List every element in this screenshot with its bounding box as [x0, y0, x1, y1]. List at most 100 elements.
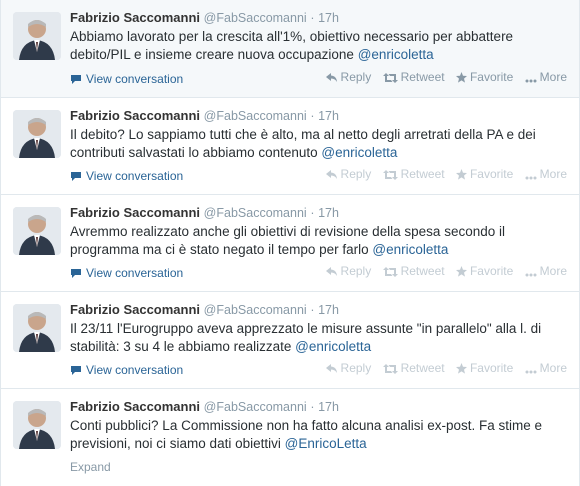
reply-arrow-icon — [325, 73, 337, 82]
tweet-body: Abbiamo lavorato per la crescita all'1%,… — [70, 29, 514, 62]
more-button[interactable]: More — [525, 361, 567, 375]
reply-label: Reply — [340, 70, 372, 84]
reply-label: Reply — [340, 361, 372, 375]
reply-button[interactable]: Reply — [325, 70, 372, 84]
view-conversation-label: View conversation — [86, 363, 184, 377]
more-label: More — [539, 361, 567, 375]
favorite-label: Favorite — [469, 264, 514, 278]
mention-link[interactable]: @enricoletta — [358, 47, 434, 62]
retweet-label: Retweet — [400, 70, 445, 84]
retweet-icon — [382, 170, 398, 180]
view-conversation-link[interactable]: View conversation — [70, 72, 183, 88]
mention-link[interactable]: @EnricoLetta — [285, 436, 367, 451]
timestamp-separator: · — [310, 303, 315, 317]
retweet-icon — [382, 364, 398, 374]
tweet[interactable]: Fabrizio Saccomanni @FabSaccomanni · 17h… — [1, 389, 579, 486]
reply-arrow-icon — [325, 170, 337, 179]
dots-icon — [525, 370, 537, 374]
more-label: More — [539, 264, 567, 278]
tweet-text: Abbiamo lavorato per la crescita all'1%,… — [70, 28, 570, 64]
reply-label: Reply — [340, 167, 372, 181]
favorite-button[interactable]: Favorite — [455, 264, 514, 278]
favorite-label: Favorite — [469, 70, 514, 84]
reply-arrow-icon — [325, 364, 337, 373]
fullname[interactable]: Fabrizio Saccomanni — [70, 10, 200, 25]
timestamp[interactable]: 17h — [318, 11, 339, 25]
tweet-actions: Reply Retweet Favorite More — [318, 264, 567, 278]
avatar[interactable] — [13, 12, 61, 60]
more-button[interactable]: More — [525, 167, 567, 181]
favorite-label: Favorite — [469, 361, 514, 375]
tweet-header: Fabrizio Saccomanni @FabSaccomanni · 17h — [70, 108, 339, 123]
tweet-header: Fabrizio Saccomanni @FabSaccomanni · 17h — [70, 302, 339, 317]
mention-link[interactable]: @enricoletta — [372, 242, 448, 257]
retweet-button[interactable]: Retweet — [382, 361, 445, 375]
view-conversation-link[interactable]: View conversation — [70, 363, 183, 379]
retweet-button[interactable]: Retweet — [382, 70, 445, 84]
avatar[interactable] — [13, 401, 61, 449]
reply-label: Reply — [340, 264, 372, 278]
dots-icon — [525, 79, 537, 83]
favorite-button[interactable]: Favorite — [455, 361, 514, 375]
avatar[interactable] — [13, 110, 61, 158]
reply-button[interactable]: Reply — [325, 167, 372, 181]
dots-icon — [525, 273, 537, 277]
reply-button[interactable]: Reply — [325, 264, 372, 278]
avatar[interactable] — [13, 207, 61, 255]
favorite-button[interactable]: Favorite — [455, 167, 514, 181]
tweet-text: Conti pubblici? La Commissione non ha fa… — [70, 417, 570, 453]
username[interactable]: @FabSaccomanni — [204, 303, 307, 317]
timestamp-separator: · — [310, 109, 315, 123]
fullname[interactable]: Fabrizio Saccomanni — [70, 302, 200, 317]
timestamp-separator: · — [310, 400, 315, 414]
tweet[interactable]: Fabrizio Saccomanni @FabSaccomanni · 17h… — [1, 195, 579, 292]
mention-link[interactable]: @enricoletta — [321, 145, 397, 160]
view-conversation-link[interactable]: View conversation — [70, 266, 183, 282]
reply-button[interactable]: Reply — [325, 361, 372, 375]
speech-bubble-icon — [70, 171, 82, 185]
tweet[interactable]: Fabrizio Saccomanni @FabSaccomanni · 17h… — [1, 98, 579, 195]
tweet-body: Il debito? Lo sappiamo tutti che è alto,… — [70, 127, 536, 160]
timestamp[interactable]: 17h — [318, 400, 339, 414]
star-icon — [455, 266, 467, 277]
favorite-label: Favorite — [469, 167, 514, 181]
username[interactable]: @FabSaccomanni — [204, 400, 307, 414]
tweet[interactable]: Fabrizio Saccomanni @FabSaccomanni · 17h… — [1, 0, 579, 98]
timestamp-separator: · — [310, 11, 315, 25]
timestamp[interactable]: 17h — [318, 109, 339, 123]
tweet-actions: Reply Retweet Favorite More — [318, 70, 567, 84]
tweet[interactable]: Fabrizio Saccomanni @FabSaccomanni · 17h… — [1, 292, 579, 389]
dots-icon — [525, 176, 537, 180]
timestamp[interactable]: 17h — [318, 303, 339, 317]
username[interactable]: @FabSaccomanni — [204, 109, 307, 123]
view-conversation-label: View conversation — [86, 169, 184, 183]
timestamp-separator: · — [310, 206, 315, 220]
fullname[interactable]: Fabrizio Saccomanni — [70, 399, 200, 414]
username[interactable]: @FabSaccomanni — [204, 11, 307, 25]
speech-bubble-icon — [70, 268, 82, 282]
tweet-text: Avremmo realizzato anche gli obiettivi d… — [70, 223, 570, 259]
retweet-button[interactable]: Retweet — [382, 167, 445, 181]
more-button[interactable]: More — [525, 70, 567, 84]
view-conversation-link[interactable]: View conversation — [70, 169, 183, 185]
star-icon — [455, 72, 467, 83]
timeline: Fabrizio Saccomanni @FabSaccomanni · 17h… — [0, 0, 580, 486]
tweet-header: Fabrizio Saccomanni @FabSaccomanni · 17h — [70, 399, 339, 414]
timestamp[interactable]: 17h — [318, 206, 339, 220]
more-label: More — [539, 167, 567, 181]
tweet-header: Fabrizio Saccomanni @FabSaccomanni · 17h — [70, 205, 339, 220]
mention-link[interactable]: @enricoletta — [295, 339, 371, 354]
more-button[interactable]: More — [525, 264, 567, 278]
favorite-button[interactable]: Favorite — [455, 70, 514, 84]
retweet-button[interactable]: Retweet — [382, 264, 445, 278]
tweet-header: Fabrizio Saccomanni @FabSaccomanni · 17h — [70, 10, 339, 25]
fullname[interactable]: Fabrizio Saccomanni — [70, 108, 200, 123]
star-icon — [455, 363, 467, 374]
expand-link[interactable]: Expand — [70, 460, 111, 474]
retweet-icon — [382, 73, 398, 83]
tweet-actions: Reply Retweet Favorite More — [318, 361, 567, 375]
fullname[interactable]: Fabrizio Saccomanni — [70, 205, 200, 220]
username[interactable]: @FabSaccomanni — [204, 206, 307, 220]
avatar[interactable] — [13, 304, 61, 352]
retweet-label: Retweet — [400, 264, 445, 278]
